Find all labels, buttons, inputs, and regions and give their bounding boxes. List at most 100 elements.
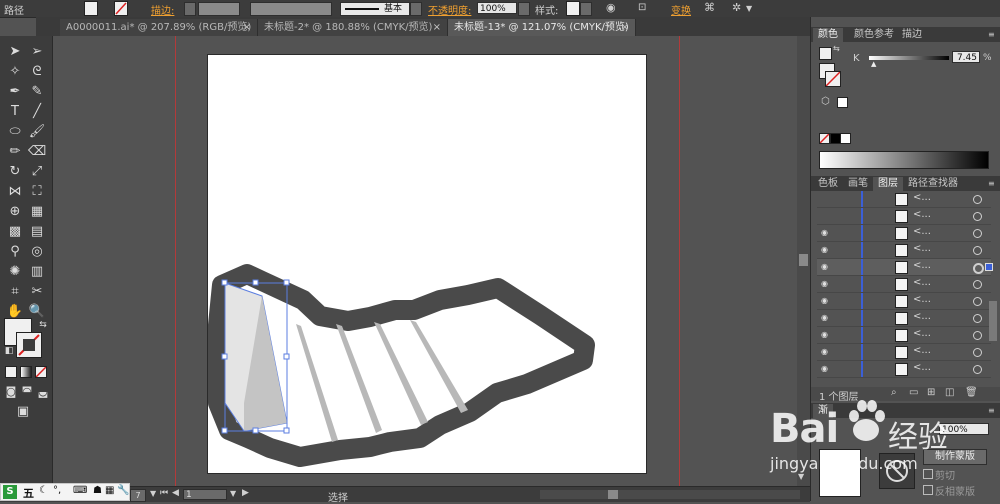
fill-swatch-small[interactable] bbox=[819, 47, 832, 60]
none-swatch[interactable] bbox=[819, 133, 830, 144]
tab-brushes[interactable]: 画笔 bbox=[843, 177, 873, 191]
tab-stroke[interactable]: 描边 bbox=[897, 28, 927, 42]
first-page-icon[interactable]: ⏮ bbox=[160, 488, 168, 498]
punctuation-icon[interactable]: °, bbox=[53, 485, 61, 496]
eye-icon[interactable]: ◉ bbox=[821, 245, 828, 254]
page-input[interactable]: 1 bbox=[183, 489, 227, 500]
bounding-box-handle[interactable] bbox=[221, 353, 228, 360]
bounding-box-handle[interactable] bbox=[283, 353, 290, 360]
layer-row[interactable]: ◉ <... bbox=[817, 344, 991, 361]
tab-color[interactable]: 颜色 bbox=[813, 28, 843, 42]
watermark-url: jingyan.baidu.com bbox=[770, 454, 918, 473]
bounding-box-handle[interactable] bbox=[221, 427, 228, 434]
tab-color-guide[interactable]: 颜色参考 bbox=[849, 28, 899, 42]
layer-thumbnail bbox=[895, 363, 908, 376]
layer-row[interactable]: ◉ <... bbox=[817, 310, 991, 327]
target-icon[interactable] bbox=[973, 297, 982, 306]
target-icon[interactable] bbox=[973, 365, 982, 374]
invert-mask-checkbox[interactable] bbox=[923, 485, 933, 495]
eye-icon[interactable]: ◉ bbox=[821, 364, 828, 373]
target-icon[interactable] bbox=[973, 348, 982, 357]
chevron-down-icon[interactable]: ▼ bbox=[150, 489, 156, 498]
layer-thumbnail bbox=[895, 261, 908, 274]
layers-scrollbar-thumb[interactable] bbox=[989, 301, 997, 341]
layer-row[interactable]: ◉ <... bbox=[817, 293, 991, 310]
layer-name: <... bbox=[913, 277, 931, 288]
panel-menu-icon[interactable]: ≡ bbox=[983, 28, 1000, 42]
eye-icon[interactable]: ◉ bbox=[821, 313, 828, 322]
color-spectrum-bar[interactable] bbox=[819, 151, 989, 169]
layer-name: <... bbox=[913, 260, 931, 271]
bounding-box-handle[interactable] bbox=[221, 279, 228, 286]
layer-row[interactable]: ◉ <... bbox=[817, 242, 991, 259]
previous-page-icon[interactable]: ◀ bbox=[172, 488, 179, 498]
next-page-icon[interactable]: ▶ bbox=[242, 488, 249, 498]
white-swatch[interactable] bbox=[840, 133, 851, 144]
tab-pathfinder[interactable]: 路径查找器 bbox=[903, 177, 963, 191]
eye-icon[interactable]: ◉ bbox=[821, 262, 828, 271]
half-width-icon[interactable]: ☾ bbox=[39, 485, 48, 496]
layers-list: <... <... ◉ <... ◉ <... ◉ <... ◉ <... ◉ <... … bbox=[811, 191, 1000, 387]
layer-name: <... bbox=[913, 243, 931, 254]
panel-menu-icon[interactable]: ≡ bbox=[983, 177, 1000, 191]
skin-icon[interactable]: ☗ bbox=[93, 485, 102, 496]
layer-row[interactable]: ◉ <... bbox=[817, 225, 991, 242]
channel-label: K bbox=[853, 53, 860, 64]
bounding-box-handle[interactable] bbox=[283, 427, 290, 434]
chevron-down-icon[interactable]: ▼ bbox=[230, 489, 236, 498]
stroke-color-box[interactable] bbox=[825, 71, 841, 87]
eye-icon[interactable]: ◉ bbox=[821, 228, 828, 237]
tab-swatches[interactable]: 色板 bbox=[813, 177, 843, 191]
target-icon[interactable] bbox=[973, 280, 982, 289]
layer-thumbnail bbox=[895, 227, 908, 240]
out-of-gamut-icon[interactable]: ⬡ bbox=[821, 96, 830, 107]
scrollbar-thumb[interactable] bbox=[799, 254, 808, 266]
layer-name: <... bbox=[913, 328, 931, 339]
layer-row[interactable]: ◉ <... bbox=[817, 361, 991, 378]
apps-icon[interactable]: ▦ bbox=[105, 485, 114, 496]
bounding-box-handle[interactable] bbox=[252, 279, 259, 286]
target-icon[interactable] bbox=[973, 195, 982, 204]
invert-mask-label: 反相蒙版 bbox=[935, 487, 975, 498]
layer-name: <... bbox=[913, 362, 931, 373]
layer-row[interactable]: ◉ <... bbox=[817, 276, 991, 293]
layer-row-selected[interactable]: ◉ <... bbox=[817, 259, 993, 276]
layer-thumbnail bbox=[895, 278, 908, 291]
ime-mode-label[interactable]: 五 bbox=[23, 485, 34, 501]
tab-layers[interactable]: 图层 bbox=[873, 177, 903, 191]
ime-logo-icon[interactable]: S bbox=[3, 485, 17, 499]
target-icon[interactable] bbox=[973, 246, 982, 255]
zoom-input[interactable]: 7 bbox=[130, 489, 146, 502]
eye-icon[interactable]: ◉ bbox=[821, 347, 828, 356]
horizontal-scrollbar[interactable] bbox=[540, 490, 800, 499]
layer-name: <... bbox=[913, 345, 931, 356]
swap-fill-stroke-icon[interactable]: ⇆ bbox=[833, 44, 840, 53]
keyboard-icon[interactable]: ⌨ bbox=[73, 485, 87, 496]
layer-thumbnail bbox=[895, 346, 908, 359]
layer-thumbnail bbox=[895, 210, 908, 223]
k-slider[interactable]: ▲ bbox=[869, 56, 949, 68]
layer-row[interactable]: ◉ <... bbox=[817, 327, 991, 344]
layer-row[interactable]: <... bbox=[817, 191, 991, 208]
layer-row[interactable]: <... bbox=[817, 208, 991, 225]
scrollbar-thumb[interactable] bbox=[608, 490, 618, 499]
web-safe-swatch[interactable] bbox=[837, 97, 848, 108]
target-icon[interactable] bbox=[973, 314, 982, 323]
target-icon[interactable] bbox=[973, 263, 984, 274]
layers-panel-tabs: 色板 画笔 图层 路径查找器 ≡ bbox=[811, 176, 1000, 191]
layer-name: <... bbox=[913, 311, 931, 322]
slider-handle-icon[interactable]: ▲ bbox=[871, 60, 876, 68]
target-icon[interactable] bbox=[973, 229, 982, 238]
percent-unit: % bbox=[983, 53, 992, 63]
bounding-box-handle[interactable] bbox=[283, 279, 290, 286]
target-icon[interactable] bbox=[973, 331, 982, 340]
k-value-input[interactable]: 7.45 bbox=[952, 51, 980, 63]
bounding-box-handle[interactable] bbox=[252, 427, 259, 434]
wrench-icon[interactable]: 🔧 bbox=[117, 485, 129, 496]
eye-icon[interactable]: ◉ bbox=[821, 279, 828, 288]
no-stroke-icon bbox=[826, 72, 840, 86]
eye-icon[interactable]: ◉ bbox=[821, 330, 828, 339]
target-icon[interactable] bbox=[973, 212, 982, 221]
eye-icon[interactable]: ◉ bbox=[821, 296, 828, 305]
selection-indicator[interactable] bbox=[985, 263, 993, 271]
